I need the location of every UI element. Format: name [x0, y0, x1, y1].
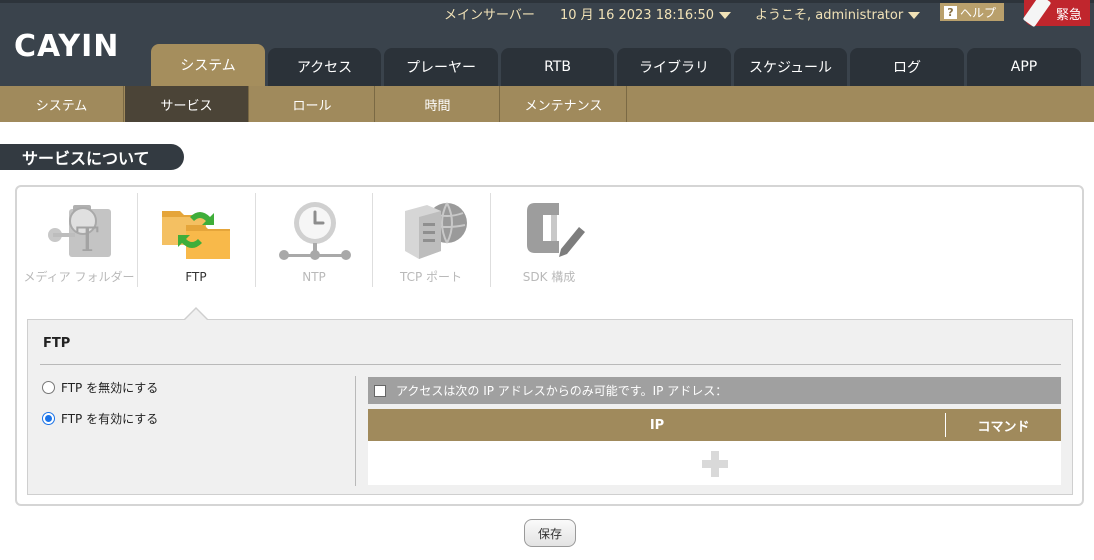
tab-app[interactable]: APP	[967, 48, 1081, 86]
question-icon: ?	[944, 5, 957, 19]
service-sdk-config[interactable]: SDK 構成	[491, 193, 607, 289]
subtab-time[interactable]: 時間	[376, 86, 500, 122]
app-header: CAYIN メインサーバー 10 月 16 2023 18:16:50 ようこそ…	[0, 0, 1094, 86]
service-ftp[interactable]: FTP	[138, 193, 254, 289]
datetime-text: 10 月 16 2023 18:16:50	[560, 8, 715, 23]
subtab-services[interactable]: サービス	[125, 86, 249, 122]
clamp-pen-icon	[527, 203, 585, 257]
media-folder-icon: T	[48, 205, 111, 260]
ftp-enable-option[interactable]: FTP を有効にする	[42, 409, 158, 427]
tab-log[interactable]: ログ	[850, 48, 964, 86]
divider	[355, 376, 356, 486]
service-label: NTP	[302, 270, 326, 284]
column-header-ip: IP	[649, 417, 665, 433]
radio-label: FTP を有効にする	[61, 411, 159, 426]
ip-restriction-bar: アクセスは次の IP アドレスからのみ可能です。IP アドレス：	[368, 377, 1061, 404]
welcome-text: ようこそ, administrator	[755, 8, 904, 23]
emergency-label: 緊急	[1055, 7, 1082, 23]
column-header-command: コマンド	[977, 419, 1030, 435]
cayin-logo: CAYIN	[14, 30, 119, 60]
ftp-section-title: FTP	[43, 336, 71, 351]
server-globe-icon	[405, 202, 467, 259]
service-label: FTP	[185, 270, 207, 284]
tab-system[interactable]: システム	[151, 44, 265, 86]
tab-player[interactable]: プレーヤー	[384, 48, 498, 86]
tab-access[interactable]: アクセス	[268, 48, 381, 86]
tab-library[interactable]: ライブラリ	[617, 48, 731, 86]
ip-restriction-checkbox[interactable]	[374, 384, 386, 397]
radio-enable[interactable]	[42, 411, 55, 425]
radio-label: FTP を無効にする	[61, 380, 159, 395]
subtab-roles[interactable]: ロール	[250, 86, 375, 122]
user-menu[interactable]: ようこそ, administrator	[755, 4, 921, 23]
tab-schedule[interactable]: スケジュール	[734, 48, 847, 86]
service-label: SDK 構成	[522, 270, 576, 284]
main-server-label[interactable]: メインサーバー	[444, 4, 535, 23]
ip-table-header: IP コマンド	[368, 409, 1061, 441]
ftp-settings-box: FTP FTP を無効にする FTP を有効にする アクセスは次の IP アドレ…	[27, 319, 1073, 495]
pen-icon	[1022, 0, 1052, 28]
selection-pointer-fill	[184, 309, 208, 321]
chevron-down-icon	[908, 12, 921, 19]
logo-text: CAYIN	[14, 30, 119, 60]
ip-table-body	[368, 441, 1061, 485]
service-label: TCP ポート	[399, 270, 463, 284]
service-tcp-port[interactable]: TCP ポート	[373, 193, 489, 289]
chevron-down-icon	[719, 12, 732, 19]
svg-text:T: T	[76, 220, 99, 260]
help-label: ヘルプ	[960, 5, 997, 20]
radio-disable[interactable]	[42, 380, 55, 394]
subtab-maintenance[interactable]: メンテナンス	[501, 86, 627, 122]
plus-icon	[711, 451, 719, 477]
top-edge	[0, 0, 1094, 3]
sub-navigation: システム サービス ロール 時間 メンテナンス	[0, 86, 1094, 122]
clock-network-icon	[279, 202, 351, 260]
service-media-folder[interactable]: T メディア フォルダー	[21, 193, 137, 289]
save-button[interactable]: 保存	[524, 519, 576, 547]
services-panel: T メディア フォルダー FTP NTP TCP ポート SDK 構成 FTP …	[15, 185, 1084, 506]
service-label: メディア フォルダー	[23, 270, 135, 284]
ip-restriction-label: アクセスは次の IP アドレスからのみ可能です。IP アドレス：	[396, 384, 728, 398]
divider	[40, 364, 1061, 365]
help-button[interactable]: ? ヘルプ	[940, 3, 1004, 21]
emergency-button[interactable]: 緊急	[1022, 0, 1090, 28]
ftp-folders-icon	[162, 211, 230, 259]
page-title: サービスについて	[0, 144, 184, 170]
datetime-dropdown[interactable]: 10 月 16 2023 18:16:50	[560, 4, 732, 23]
subtab-system[interactable]: システム	[0, 86, 124, 122]
ftp-disable-option[interactable]: FTP を無効にする	[42, 378, 158, 396]
service-ntp[interactable]: NTP	[256, 193, 372, 289]
tab-rtb[interactable]: RTB	[501, 48, 614, 86]
